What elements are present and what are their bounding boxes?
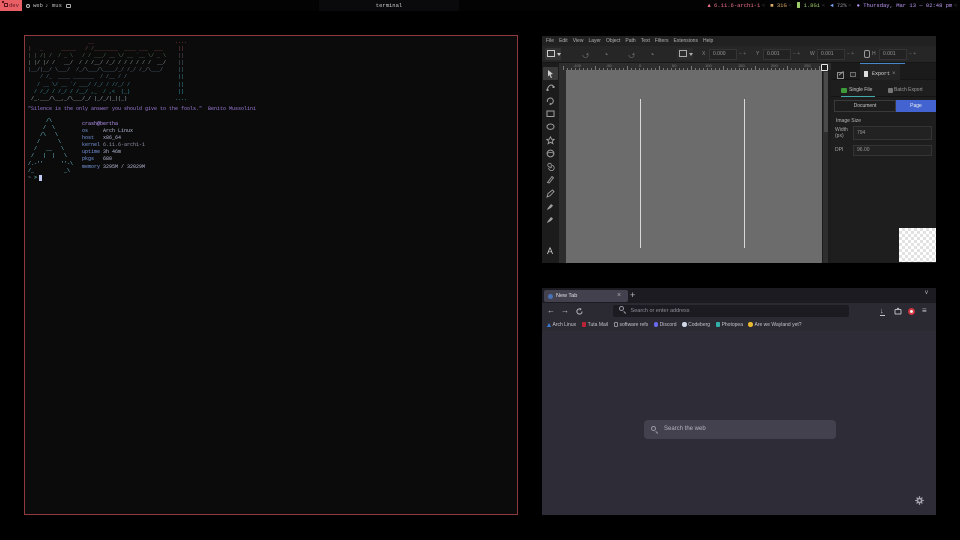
svg-text:A: A	[547, 246, 553, 255]
